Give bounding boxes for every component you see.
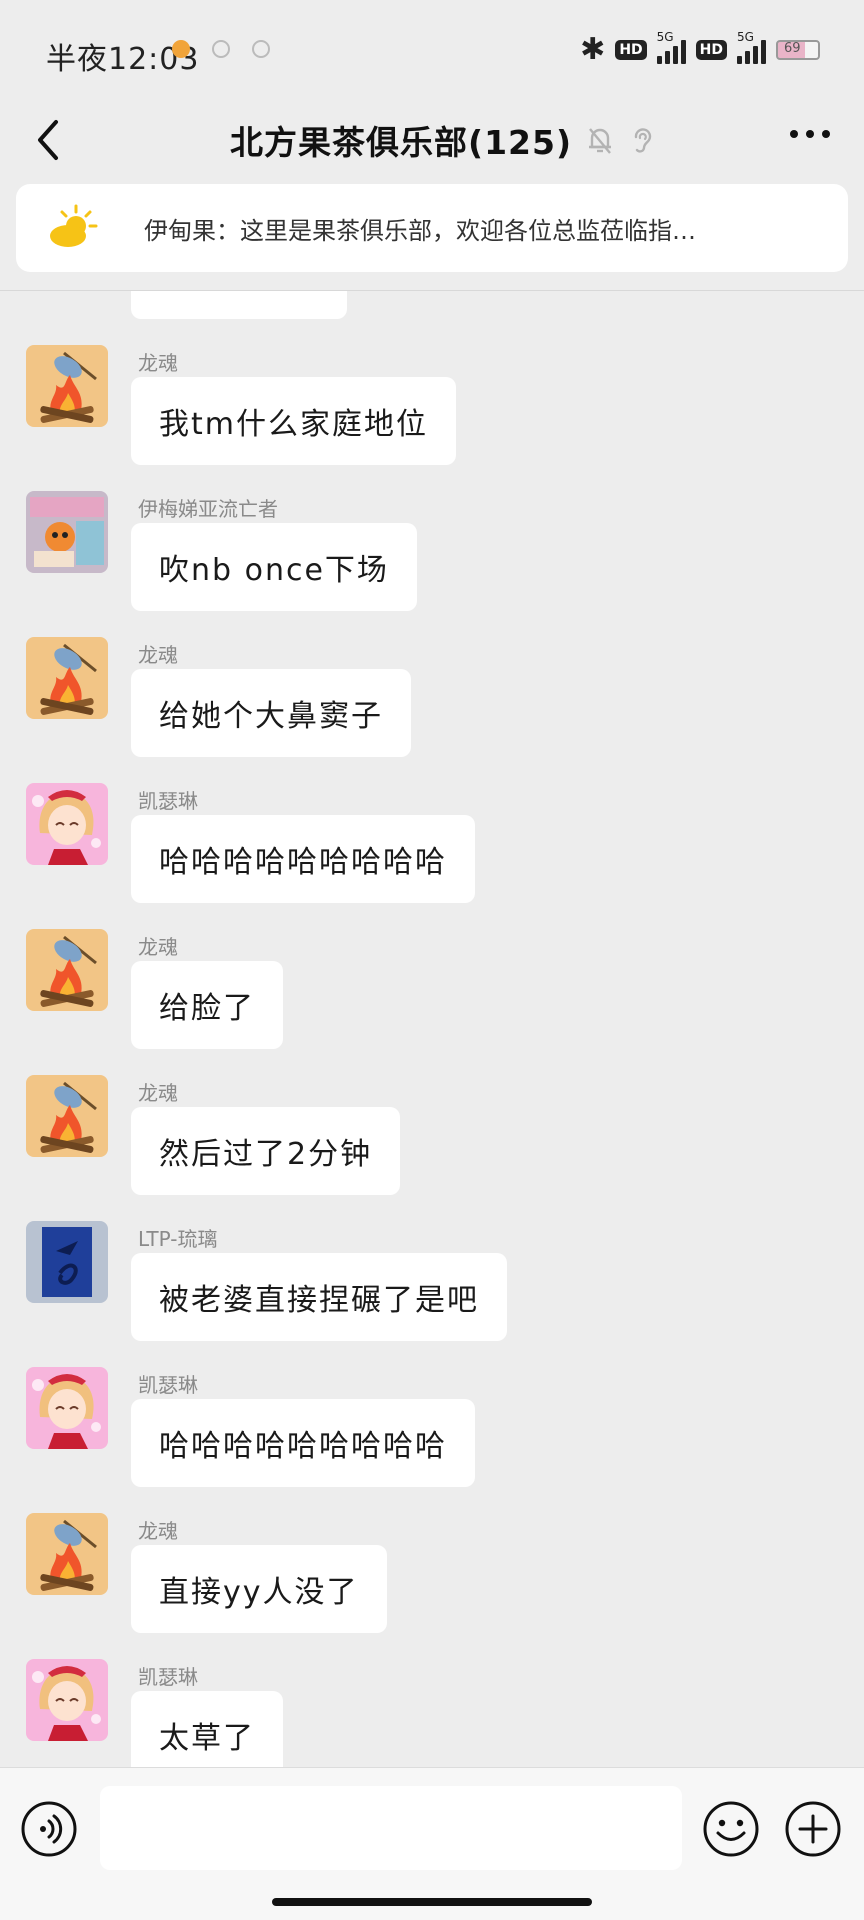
chat-message: 龙魂 然后过了2分钟 — [0, 1075, 864, 1221]
notice-text: 伊甸果：这里是果茶俱乐部，欢迎各位总监莅临指… — [144, 216, 696, 245]
notification-icon — [172, 40, 190, 58]
emoji-icon[interactable] — [702, 1800, 760, 1858]
sender-name: LTP-琉璃 — [138, 1227, 218, 1251]
chat-message: 龙魂 给她个大鼻窦子 — [0, 637, 864, 783]
chat-message: 凯瑟琳 太草了 — [0, 1659, 864, 1767]
notification-icon — [252, 40, 270, 58]
sender-name: 龙魂 — [138, 1519, 178, 1543]
status-indicators: ✱ HD 5G HD 5G 69 — [580, 30, 820, 68]
header-divider — [0, 290, 864, 291]
sender-name: 龙魂 — [138, 643, 178, 667]
notification-icon — [212, 40, 230, 58]
chat-message: 直接官制了 — [0, 291, 864, 345]
ear-icon — [634, 128, 652, 153]
chat-message: LTP-琉璃 被老婆直接捏碾了是吧 — [0, 1221, 864, 1367]
hd-badge: HD — [695, 40, 727, 60]
message-bubble[interactable]: 被老婆直接捏碾了是吧 — [131, 1253, 507, 1341]
bell-muted-icon — [589, 128, 612, 154]
hd-badge: HD — [615, 40, 647, 60]
message-bubble[interactable]: 吹nb once下场 — [131, 523, 417, 611]
group-notice-banner[interactable]: 伊甸果：这里是果茶俱乐部，欢迎各位总监莅临指… — [16, 184, 848, 272]
sender-name: 龙魂 — [138, 351, 178, 375]
message-bubble[interactable]: 哈哈哈哈哈哈哈哈哈 — [131, 1399, 475, 1487]
battery-icon: 69 — [776, 40, 820, 60]
chat-message: 伊梅娣亚流亡者 吹nb once下场 — [0, 491, 864, 637]
plus-icon[interactable] — [784, 1800, 842, 1858]
chevron-left-icon[interactable] — [30, 116, 70, 164]
chat-message: 龙魂 直接yy人没了 — [0, 1513, 864, 1659]
avatar[interactable] — [26, 1075, 108, 1157]
sender-name: 龙魂 — [138, 1081, 178, 1105]
title-group: 北方果茶俱乐部(125) — [230, 116, 656, 164]
bluetooth-icon: ✱ — [580, 32, 606, 67]
message-bubble[interactable]: 我tm什么家庭地位 — [131, 377, 456, 465]
battery-level: 69 — [784, 41, 801, 56]
message-bubble[interactable]: 太草了 — [131, 1691, 283, 1767]
avatar[interactable] — [26, 1513, 108, 1595]
avatar[interactable] — [26, 783, 108, 865]
avatar[interactable] — [26, 345, 108, 427]
sender-name: 凯瑟琳 — [138, 1373, 198, 1397]
message-input[interactable] — [100, 1786, 682, 1870]
chat-message: 龙魂 给脸了 — [0, 929, 864, 1075]
sun-cloud-icon — [50, 204, 98, 247]
chat-message: 凯瑟琳 哈哈哈哈哈哈哈哈哈 — [0, 783, 864, 929]
signal-icon: 5G — [656, 30, 686, 64]
sender-name: 凯瑟琳 — [138, 1665, 198, 1689]
voice-icon[interactable] — [20, 1800, 78, 1858]
signal-icon: 5G — [737, 30, 766, 64]
chat-title[interactable]: 北方果茶俱乐部(125) — [230, 116, 572, 164]
message-list[interactable]: 直接官制了龙魂我tm什么家庭地位伊梅娣亚流亡者吹nb once下场龙魂给她个大鼻… — [0, 291, 864, 1767]
sender-name: 伊梅娣亚流亡者 — [138, 497, 278, 521]
more-dots-icon[interactable] — [786, 124, 834, 144]
chat-message: 凯瑟琳 哈哈哈哈哈哈哈哈哈 — [0, 1367, 864, 1513]
sender-name: 龙魂 — [138, 935, 178, 959]
sender-name: 凯瑟琳 — [138, 789, 198, 813]
message-bubble[interactable]: 给她个大鼻窦子 — [131, 669, 411, 757]
message-bubble[interactable]: 然后过了2分钟 — [131, 1107, 401, 1195]
home-indicator[interactable] — [272, 1898, 592, 1906]
message-bubble[interactable]: 直接官制了 — [131, 291, 347, 319]
avatar[interactable] — [26, 1367, 108, 1449]
chat-message: 龙魂 我tm什么家庭地位 — [0, 345, 864, 491]
status-bar: 半夜12:03 ✱ HD 5G HD 5G 69 — [0, 0, 864, 100]
message-bubble[interactable]: 直接yy人没了 — [131, 1545, 387, 1633]
avatar[interactable] — [26, 1221, 108, 1303]
avatar[interactable] — [26, 491, 108, 573]
avatar[interactable] — [26, 1659, 108, 1741]
message-bubble[interactable]: 给脸了 — [131, 961, 283, 1049]
avatar[interactable] — [26, 637, 108, 719]
message-bubble[interactable]: 哈哈哈哈哈哈哈哈哈 — [131, 815, 475, 903]
avatar[interactable] — [26, 929, 108, 1011]
chat-header: 北方果茶俱乐部(125) — [0, 100, 864, 182]
